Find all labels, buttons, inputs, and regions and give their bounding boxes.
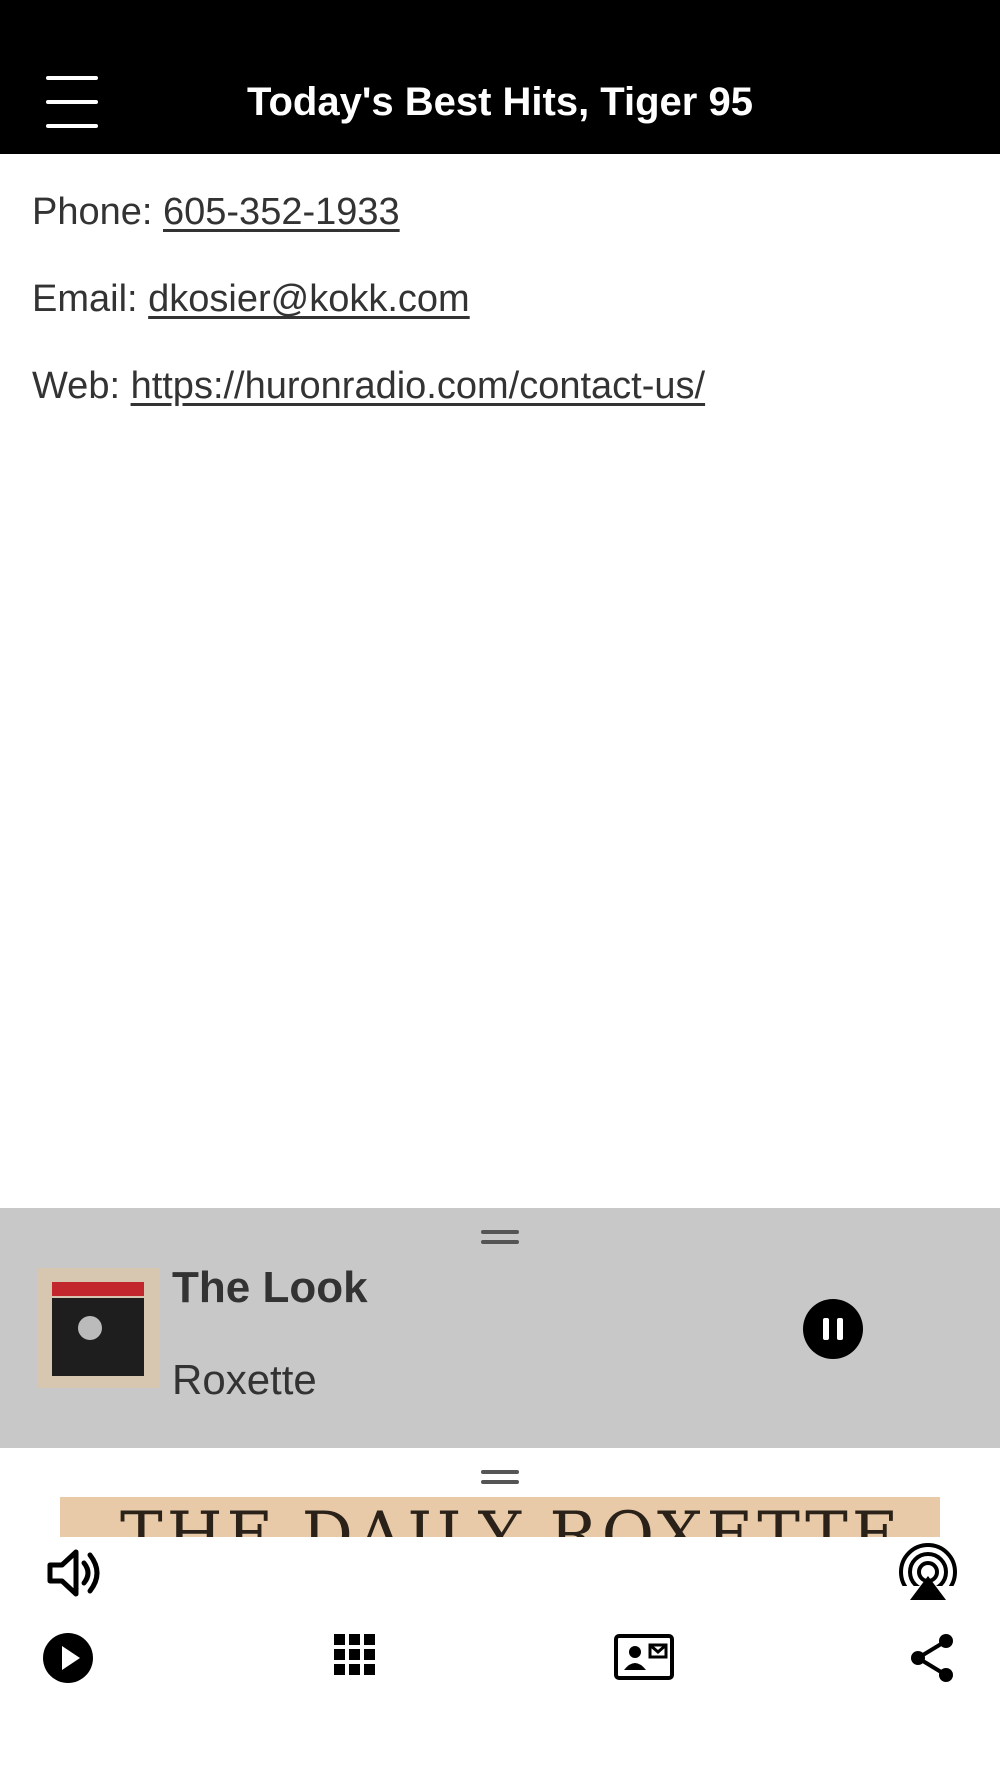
web-row: Web: https://huronradio.com/contact-us/ (32, 360, 968, 447)
album-art-figure (78, 1316, 102, 1340)
song-artist: Roxette (172, 1356, 317, 1403)
mini-player[interactable]: The Look Roxette (0, 1208, 1000, 1448)
airplay-icon[interactable] (898, 1542, 958, 1604)
album-art-band (52, 1282, 144, 1296)
album-art-large-text: THE DAILY ROXETTE (120, 1499, 903, 1537)
play-icon[interactable] (42, 1632, 94, 1684)
web-label: Web: (32, 365, 131, 407)
email-link[interactable]: dkosier@kokk.com (148, 278, 470, 320)
speaker-volume-icon[interactable] (44, 1543, 104, 1603)
app-header: Today's Best Hits, Tiger 95 (0, 0, 1000, 154)
album-art-large: THE DAILY ROXETTE (60, 1497, 940, 1537)
phone-link[interactable]: 605-352-1933 (163, 191, 400, 233)
drag-handle-icon[interactable] (481, 1230, 519, 1244)
drag-handle-icon[interactable] (481, 1470, 519, 1484)
phone-row: Phone: 605-352-1933 (32, 186, 968, 273)
contact-info: Phone: 605-352-1933 Email: dkosier@kokk.… (32, 186, 968, 447)
web-link[interactable]: https://huronradio.com/contact-us/ (131, 365, 706, 407)
phone-label: Phone: (32, 191, 163, 233)
album-art-photo (52, 1298, 144, 1376)
song-title: The Look (172, 1263, 368, 1312)
pause-button[interactable] (803, 1299, 863, 1359)
page-title: Today's Best Hits, Tiger 95 (247, 80, 753, 124)
email-row: Email: dkosier@kokk.com (32, 273, 968, 360)
share-icon[interactable] (908, 1632, 956, 1684)
contact-card-icon[interactable] (614, 1634, 674, 1680)
email-label: Email: (32, 278, 149, 320)
grid-icon[interactable] (334, 1634, 376, 1676)
album-art (38, 1268, 160, 1388)
